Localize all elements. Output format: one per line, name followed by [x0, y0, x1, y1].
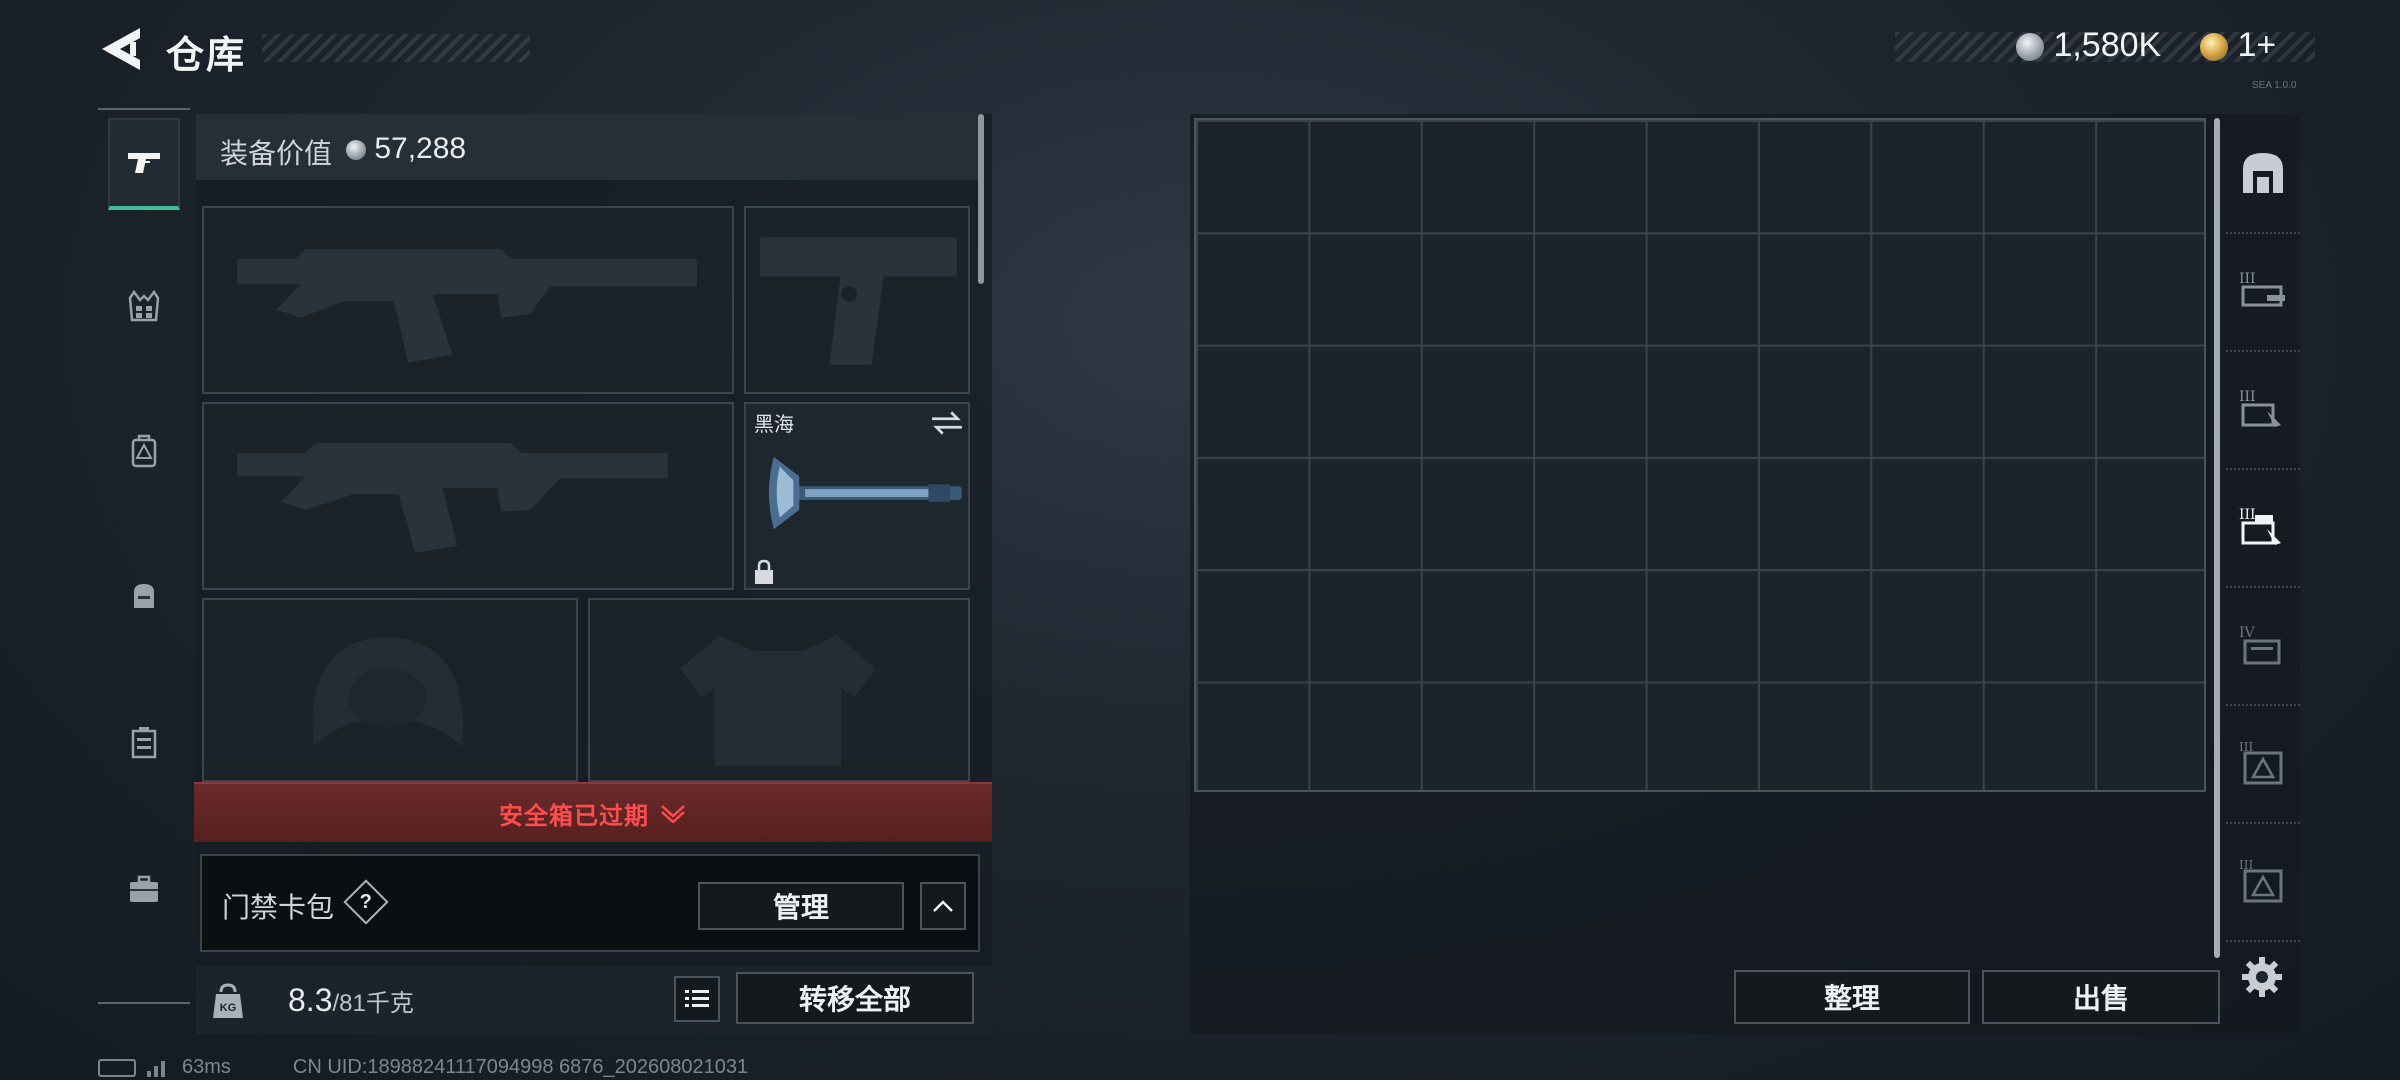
help-icon[interactable]: ? [343, 879, 389, 925]
safe-box-expired-text: 安全箱已过期 [499, 802, 649, 830]
helmet-slot[interactable] [202, 598, 578, 782]
melee-slot[interactable]: 黑海 [744, 402, 970, 590]
back-button[interactable] [96, 24, 142, 74]
title-decoration [262, 34, 530, 62]
secondary-weapon-slot[interactable] [202, 402, 734, 590]
melee-item-name: 黑海 [754, 414, 794, 436]
nav-tab-toolbox[interactable] [108, 842, 180, 934]
chevron-up-icon [933, 900, 953, 912]
gold-currency: 1+ [2200, 26, 2276, 65]
gold-coin-icon [2200, 33, 2228, 62]
nav-divider [98, 1002, 190, 1004]
left-category-nav [98, 108, 190, 1008]
sell-button[interactable]: 出售 [1982, 970, 2220, 1024]
signal-icon [147, 1060, 165, 1077]
svg-text:III: III [2239, 271, 2256, 287]
weight-row: KG 8.3/81千克 转移全部 [196, 966, 992, 1034]
safe-box-expired-banner[interactable]: 安全箱已过期 [194, 782, 992, 842]
swap-icon[interactable] [930, 410, 964, 436]
storage-tab-5[interactable]: III [2226, 704, 2300, 824]
vest-icon [128, 289, 160, 322]
gear-icon [2242, 957, 2282, 997]
storage-tab-4[interactable]: IV [2226, 586, 2300, 706]
backpack-icon [131, 434, 157, 468]
helmet-silhouette-icon [312, 637, 464, 747]
equipment-value: 57,288 [346, 132, 466, 166]
nav-tab-case[interactable] [108, 696, 180, 788]
tidy-button[interactable]: 整理 [1734, 970, 1970, 1024]
storage-home-icon [2243, 153, 2283, 193]
uid-text: CN UID:18988241117094998 6876_2026080210… [292, 1056, 749, 1078]
equipment-value-header: 装备价值 57,288 [196, 114, 980, 180]
gold-amount: 1+ [2237, 26, 2277, 64]
silver-coin-icon [2016, 33, 2044, 62]
svg-text:IV: IV [2239, 625, 2256, 641]
armor-silhouette-icon [680, 635, 876, 767]
back-arrow-icon [102, 28, 140, 70]
nav-tab-vest[interactable] [108, 260, 180, 352]
pistol-silhouette-icon [760, 237, 957, 365]
list-view-button[interactable] [674, 976, 720, 1022]
equipment-panel: 装备价值 57,288 黑海 安全箱已过期 门禁卡包 ? 管理 KG 8.3/8… [194, 114, 992, 1034]
rifle-silhouette-icon [237, 443, 668, 553]
status-bar: 63ms CN UID:18988241117094998 6876_202608… [98, 1056, 748, 1079]
equipment-scrollbar[interactable] [978, 114, 984, 284]
storage-tab-home[interactable] [2226, 114, 2300, 234]
silver-amount: 1,580K [2053, 26, 2162, 64]
kettlebell-icon [213, 983, 243, 1018]
primary-weapon-slot[interactable] [202, 206, 734, 394]
tier-3-shelf-icon: III [2239, 271, 2285, 307]
version-tag: SEA 1.0.0 [2252, 80, 2297, 91]
weight-unit-text: KG [219, 1002, 237, 1014]
pyramid-box-2-icon: III [2239, 858, 2283, 903]
pyramid-box-icon: III [2239, 740, 2283, 785]
tier-3-selected-rack-icon: III [2239, 507, 2281, 545]
pistol-slot[interactable] [744, 206, 970, 394]
list-icon [685, 990, 709, 1007]
keycard-pack-bar: 门禁卡包 ? 管理 [200, 854, 980, 952]
svg-text:III: III [2239, 507, 2256, 523]
nav-tab-backpack[interactable] [108, 404, 180, 496]
case-icon [131, 727, 157, 759]
svg-text:III: III [2239, 389, 2256, 405]
storage-tab-2[interactable]: III [2226, 350, 2300, 470]
armor-slot[interactable] [588, 598, 970, 782]
keycard-pack-label: 门禁卡包 [222, 892, 335, 923]
page-title: 仓库 [166, 35, 247, 77]
collapse-button[interactable] [920, 882, 966, 930]
transfer-all-button[interactable]: 转移全部 [736, 972, 974, 1024]
warehouse-storage-panel: 整理 出售 [1190, 114, 2300, 1034]
manage-button[interactable]: 管理 [698, 882, 904, 930]
storage-tab-3[interactable]: III [2226, 468, 2300, 588]
storage-tab-6[interactable]: III [2226, 822, 2300, 942]
equipment-value-amount: 57,288 [374, 132, 467, 165]
toolbox-icon [130, 875, 158, 902]
chevron-down-icon [661, 805, 685, 823]
nav-tab-weapons[interactable] [108, 118, 180, 210]
tier-3-rack-icon: III [2239, 389, 2281, 427]
storage-scrollbar[interactable] [2214, 118, 2220, 958]
rifle-silhouette-icon [237, 249, 698, 363]
storage-grid[interactable] [1194, 118, 2206, 792]
tier-4-folder-icon: IV [2239, 625, 2281, 665]
pouch-icon [134, 584, 154, 608]
weight-icon: KG [210, 982, 246, 1020]
nav-tab-pouch[interactable] [108, 550, 180, 642]
help-glyph: ? [359, 890, 373, 913]
equipment-value-label: 装备价值 [220, 138, 333, 169]
silver-currency: 1,580K [2016, 26, 2161, 65]
storage-tabs: III III III IV III III [2226, 114, 2300, 944]
weight-value: 8.3/81千克 [288, 982, 414, 1019]
weight-max: /81千克 [332, 990, 414, 1017]
pistol-icon [128, 153, 160, 173]
nav-divider [98, 108, 190, 110]
settings-button[interactable] [2240, 955, 2284, 999]
ping-text: 63ms [182, 1056, 231, 1078]
weight-current: 8.3 [288, 982, 333, 1018]
silver-coin-icon [346, 140, 366, 161]
lock-icon [755, 559, 773, 584]
storage-tab-1[interactable]: III [2226, 232, 2300, 352]
battery-icon [98, 1058, 136, 1077]
